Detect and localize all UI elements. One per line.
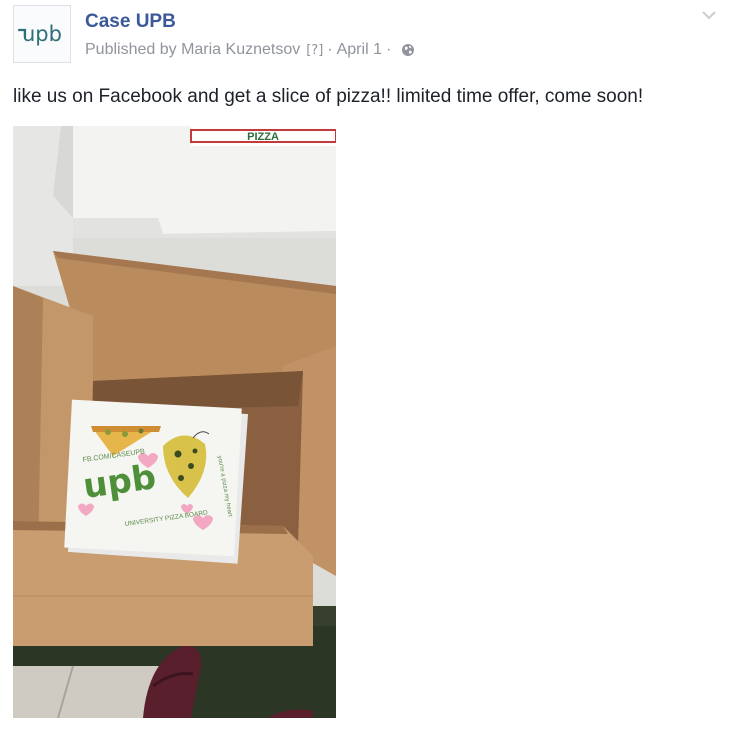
post-photo[interactable]: PIZZA FB.COM/CASEUPB upb UNIVERSITY PIZZ…	[13, 126, 336, 718]
post-header: upb Case UPB Published by Maria Kuznetso…	[13, 5, 723, 65]
post-meta: Published by Maria Kuznetsov [?] · April…	[85, 41, 415, 59]
meta-separator: ·	[327, 41, 333, 58]
chevron-down-icon[interactable]	[700, 8, 718, 27]
page-name-link[interactable]: Case UPB	[85, 11, 176, 33]
help-marker[interactable]: [?]	[306, 43, 323, 58]
upb-logo-icon: upb	[17, 22, 62, 46]
svg-text:upb: upb	[22, 22, 62, 46]
svg-text:PIZZA: PIZZA	[247, 131, 279, 143]
meta-separator-2: ·	[385, 41, 392, 58]
globe-icon[interactable]	[401, 43, 415, 57]
avatar[interactable]: upb	[13, 5, 71, 63]
post-date-link[interactable]: April 1	[337, 41, 382, 59]
pizza-box-photo: PIZZA FB.COM/CASEUPB upb UNIVERSITY PIZZ…	[13, 126, 336, 718]
post-message: like us on Facebook and get a slice of p…	[13, 86, 644, 107]
published-by-text: Published by Maria Kuznetsov	[85, 41, 301, 58]
